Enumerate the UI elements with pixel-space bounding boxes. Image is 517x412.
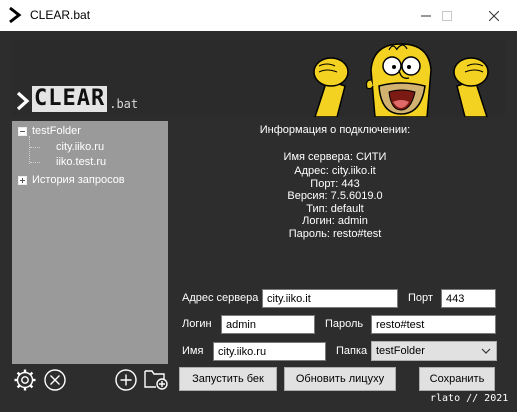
name-label: Имя	[182, 345, 204, 357]
tree-history-label: История запросов	[32, 174, 125, 186]
expand-icon[interactable]	[18, 175, 27, 185]
logo-text: CLEAR	[32, 86, 108, 112]
tree-folder-history[interactable]: История запросов	[18, 174, 125, 186]
port-input[interactable]	[441, 289, 496, 308]
title-bar: CLEAR.bat	[0, 0, 517, 31]
password-label: Пароль	[325, 318, 364, 330]
maximize-button[interactable]	[424, 0, 470, 31]
info-password: Пароль: resto#test	[288, 228, 382, 240]
tree-item-label: iiko.test.ru	[56, 156, 107, 168]
collapse-icon[interactable]	[18, 126, 27, 136]
info-type: Тип: default	[306, 203, 364, 215]
port-label: Порт	[408, 292, 433, 304]
info-address: Адрес: city.iiko.it	[294, 165, 376, 177]
refresh-license-button[interactable]: Обновить лицуху	[284, 367, 396, 391]
folder-label: Папка	[336, 345, 368, 357]
info-login: Логин: admin	[302, 215, 368, 227]
save-button[interactable]: Сохранить	[419, 367, 495, 391]
clear-bat-logo: CLEAR .bat	[16, 86, 138, 112]
name-input[interactable]	[213, 342, 326, 361]
close-button[interactable]	[471, 0, 517, 31]
refresh-license-label: Обновить лицуху	[295, 373, 385, 385]
app-chevron-icon	[9, 6, 22, 24]
run-backend-label: Запустить бек	[192, 373, 264, 385]
close-icon	[489, 10, 499, 21]
add-folder-icon	[144, 370, 168, 390]
tree-item-iiko-test-ru[interactable]: iiko.test.ru	[56, 156, 106, 168]
logo-extension: .bat	[109, 97, 139, 111]
plus-circle-icon	[115, 369, 137, 391]
folder-select-value: testFolder	[376, 345, 425, 357]
tree-connector	[29, 136, 30, 164]
maximize-icon	[442, 10, 452, 21]
chevron-down-icon	[481, 348, 491, 354]
tree-folder-testfolder[interactable]: testFolder	[18, 125, 81, 137]
delete-button[interactable]	[42, 367, 68, 393]
save-label: Сохранить	[429, 373, 485, 385]
gear-icon	[14, 369, 36, 391]
add-folder-button[interactable]	[142, 366, 170, 392]
info-server-name: Имя сервера: СИТИ	[283, 151, 387, 163]
tree-connector	[30, 162, 40, 163]
settings-button[interactable]	[12, 367, 38, 393]
server-address-input[interactable]	[262, 289, 398, 308]
folder-select[interactable]: testFolder	[371, 341, 497, 361]
info-port: Порт: 443	[310, 178, 360, 190]
logo-chevron-icon	[16, 91, 30, 111]
author-credit: rlato // 2021	[430, 393, 509, 404]
add-connection-button[interactable]	[113, 367, 139, 393]
close-circle-icon	[44, 369, 66, 391]
window-title: CLEAR.bat	[30, 8, 91, 22]
login-label: Логин	[182, 318, 212, 330]
tree-folder-label: testFolder	[32, 125, 81, 137]
info-version: Версия: 7.5.6019.0	[287, 190, 383, 202]
tree-connector	[30, 147, 40, 148]
homer-mascot-image	[313, 43, 489, 117]
tree-item-city-iiko-ru[interactable]: city.iiko.ru	[56, 141, 104, 153]
connection-info-title: Информация о подключении:	[259, 124, 411, 136]
login-input[interactable]	[221, 315, 315, 334]
server-address-label: Адрес сервера	[182, 292, 259, 304]
app-banner: CLEAR .bat	[12, 40, 505, 117]
tree-item-label: city.iiko.ru	[56, 141, 105, 153]
run-backend-button[interactable]: Запустить бек	[179, 367, 277, 391]
password-input[interactable]	[371, 315, 496, 334]
